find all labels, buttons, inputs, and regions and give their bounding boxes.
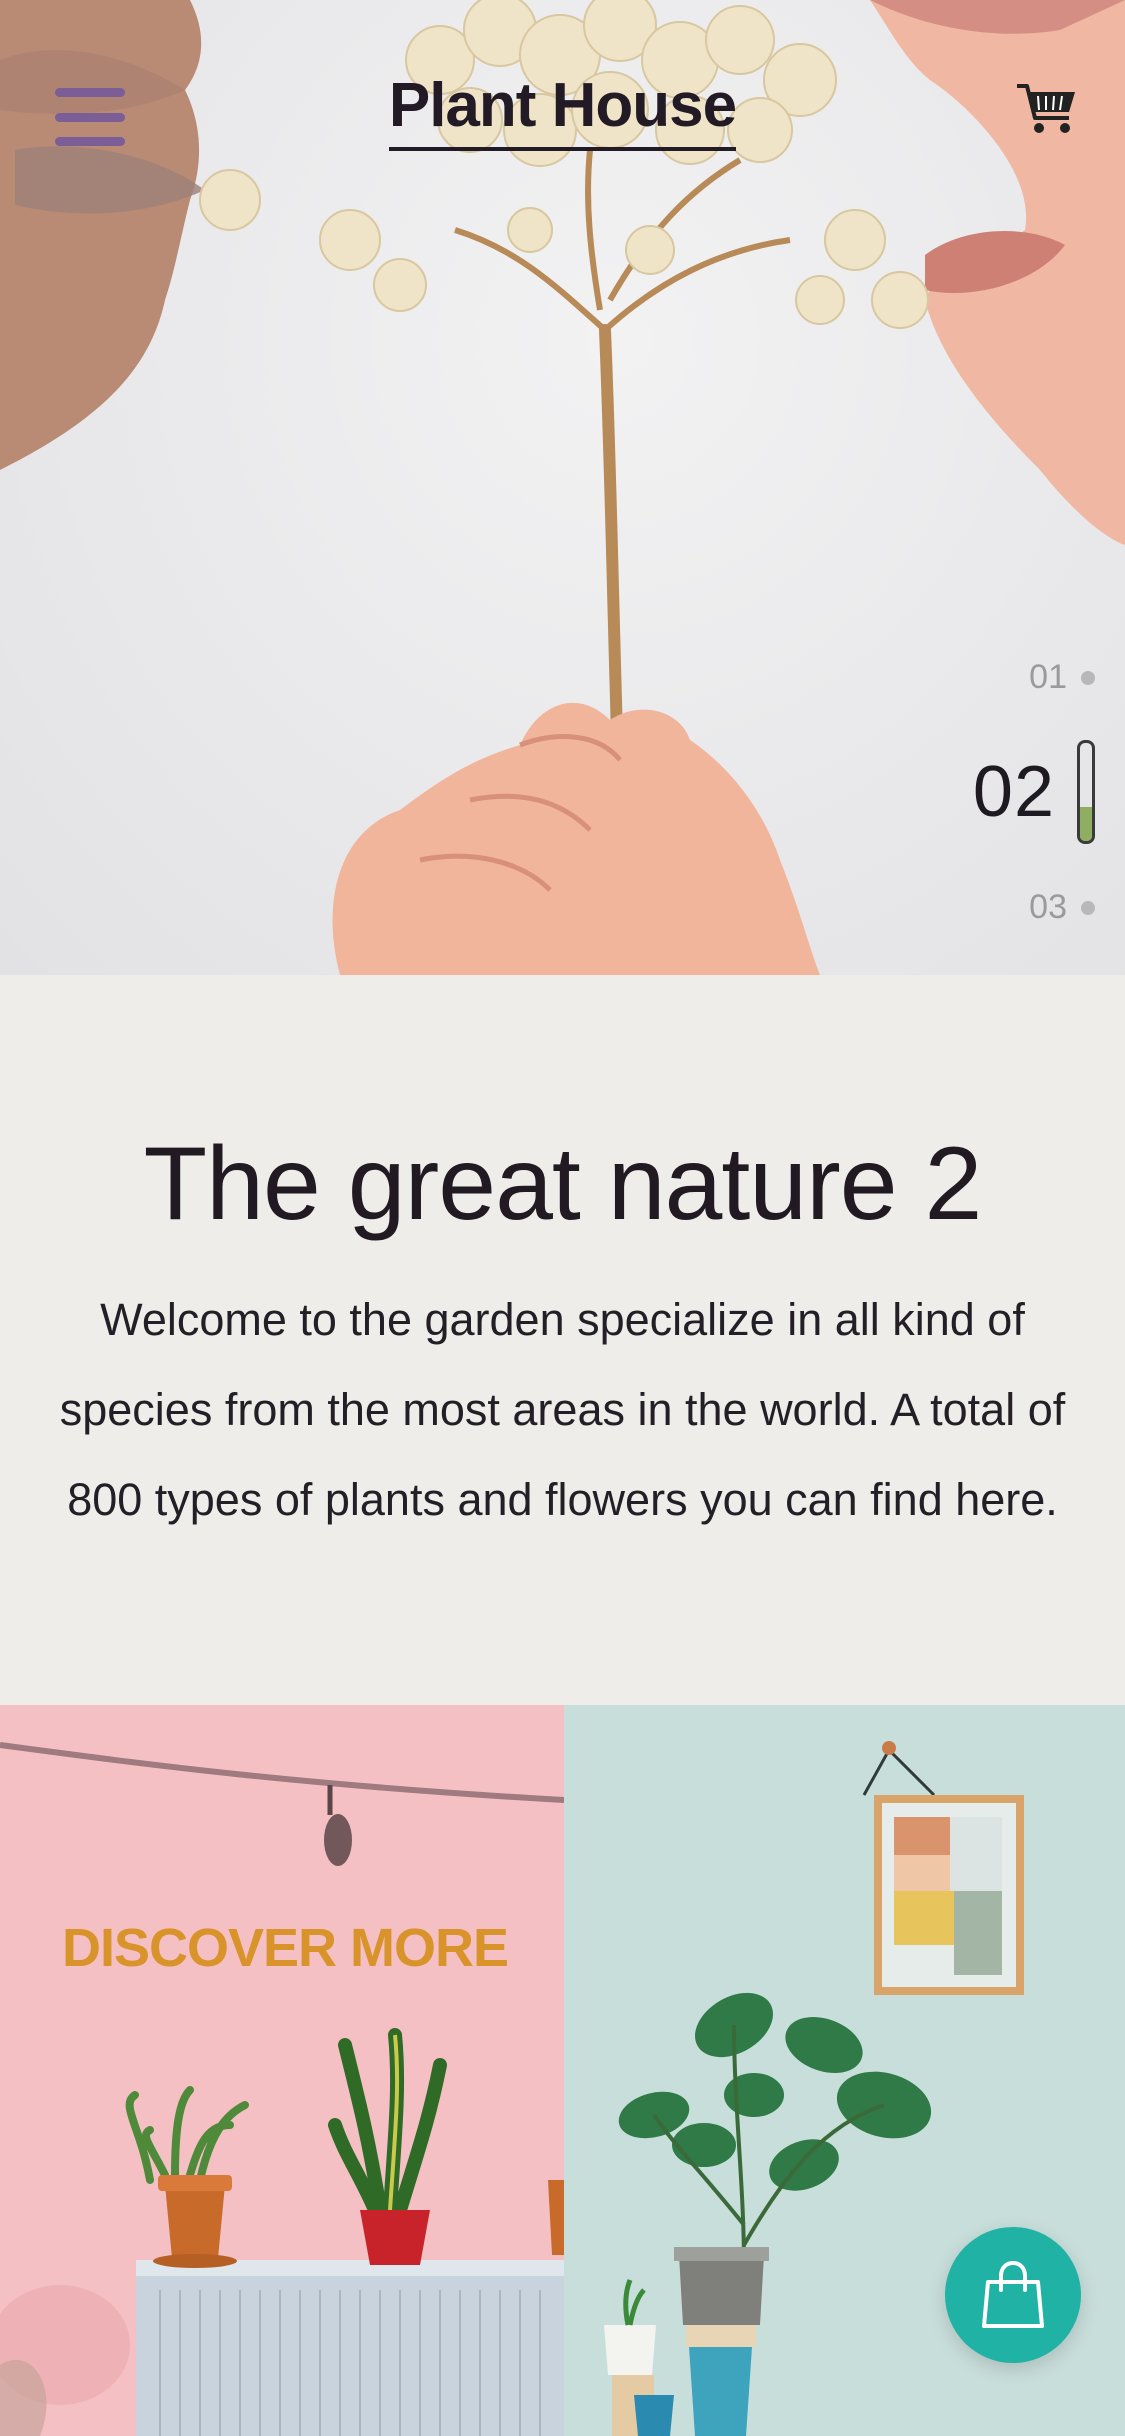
slide-dot — [1081, 900, 1095, 915]
slide-indicator: 01 02 03 — [925, 640, 1125, 940]
discover-more-link[interactable]: DISCOVER MORE — [62, 1917, 509, 1979]
slide-number-active: 02 — [972, 752, 1055, 832]
slide-indicator-item-01[interactable]: 01 — [1029, 658, 1095, 697]
hero-banner: Plant House 01 02 03 — [0, 0, 1125, 975]
shopping-bag-icon — [982, 2260, 1044, 2328]
slide-dot — [1081, 670, 1095, 685]
brand-title[interactable]: Plant House — [388, 70, 737, 152]
slide-indicator-item-03[interactable]: 03 — [1029, 888, 1095, 927]
shopping-bag-button[interactable] — [945, 2227, 1081, 2363]
intro-section: The great nature 2 Welcome to the garden… — [0, 975, 1125, 1705]
slide-number: 03 — [1029, 888, 1067, 926]
intro-description: Welcome to the garden specialize in all … — [59, 1294, 1066, 1525]
slide-number: 01 — [1029, 658, 1067, 696]
promo-panel-left: DISCOVER MORE — [0, 1705, 564, 2436]
shopping-cart-icon[interactable] — [1015, 80, 1079, 138]
brand-logo[interactable]: Plant House — [0, 70, 1125, 152]
slide-progress-fill — [1080, 806, 1092, 841]
page-title: The great nature 2 — [143, 1126, 983, 1242]
pink-wall-plants-photo — [0, 1742, 564, 2436]
slide-progress-bar — [1077, 740, 1095, 844]
slide-indicator-item-02[interactable]: 02 — [973, 740, 1095, 844]
top-navigation-bar: Plant House — [0, 0, 1125, 230]
